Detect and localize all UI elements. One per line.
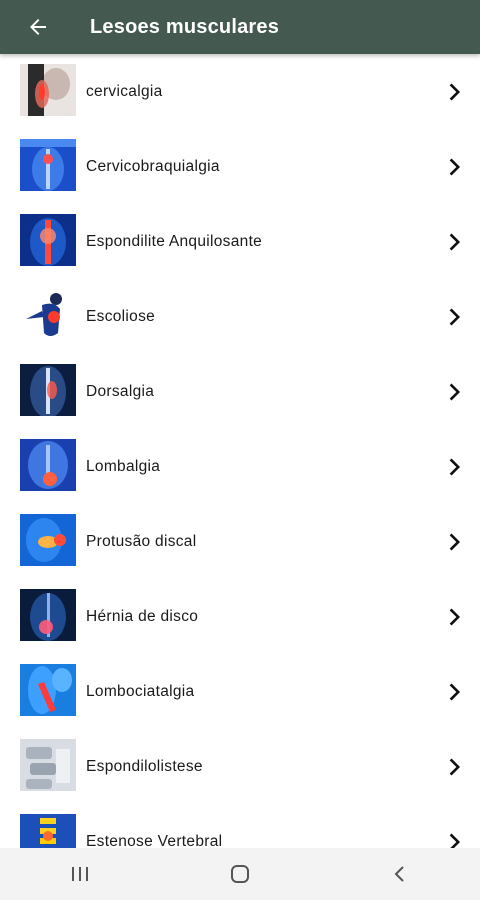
item-label: cervicalgia [86,82,163,100]
chevron-right-icon [442,230,466,254]
chevron-right-icon [442,530,466,554]
chevron-right-icon [442,605,466,629]
item-label: Espondilolistese [86,757,203,775]
list-item[interactable]: Lombociatalgia [0,654,480,729]
item-label: Espondilite Anquilosante [86,232,263,250]
list-item[interactable]: Lombalgia [0,429,480,504]
item-thumbnail [20,589,76,641]
item-label: Dorsalgia [86,382,155,400]
chevron-right-icon [442,680,466,704]
chevron-right-icon [442,755,466,779]
back-button[interactable] [18,7,58,47]
list-item[interactable]: Escoliose [0,279,480,354]
item-thumbnail [20,814,76,848]
item-label: Lombociatalgia [86,682,195,700]
chevron-right-icon [442,305,466,329]
item-thumbnail [20,289,76,341]
home-icon [231,865,249,883]
item-label: Protusão discal [86,532,197,550]
item-label: Lombalgia [86,457,161,475]
list-item[interactable]: Espondilolistese [0,729,480,804]
list-item[interactable]: Dorsalgia [0,354,480,429]
injury-list: cervicalgia Cervicobraquialgia Espondili… [0,54,480,848]
recents-icon [72,867,88,881]
item-thumbnail [20,214,76,266]
list-item[interactable]: Cervicobraquialgia [0,129,480,204]
chevron-right-icon [442,380,466,404]
system-nav-bar [0,848,480,900]
page-title: Lesoes musculares [90,15,280,38]
home-button[interactable] [210,854,270,894]
item-thumbnail [20,514,76,566]
chevron-right-icon [442,80,466,104]
list-item[interactable]: Espondilite Anquilosante [0,204,480,279]
arrow-left-icon [30,19,46,35]
list-item[interactable]: Estenose Vertebral [0,804,480,848]
item-label: Hérnia de disco [86,607,199,625]
chevron-right-icon [442,155,466,179]
chevron-right-icon [442,830,466,848]
list-item[interactable]: cervicalgia [0,54,480,129]
item-thumbnail [20,664,76,716]
app-bar: Lesoes musculares [0,0,480,54]
list-item[interactable]: Hérnia de disco [0,579,480,654]
nav-back-icon [394,866,404,882]
item-thumbnail [20,439,76,491]
item-thumbnail [20,739,76,791]
recents-button[interactable] [50,854,110,894]
item-thumbnail [20,139,76,191]
chevron-right-icon [442,455,466,479]
item-label: Cervicobraquialgia [86,157,220,175]
nav-back-button[interactable] [370,854,430,894]
list-item[interactable]: Protusão discal [0,504,480,579]
item-thumbnail [20,64,76,116]
item-label: Estenose Vertebral [86,832,223,849]
screen: Lesoes musculares cervicalgia Cervicobra… [0,0,480,900]
item-thumbnail [20,364,76,416]
item-label: Escoliose [86,307,156,325]
